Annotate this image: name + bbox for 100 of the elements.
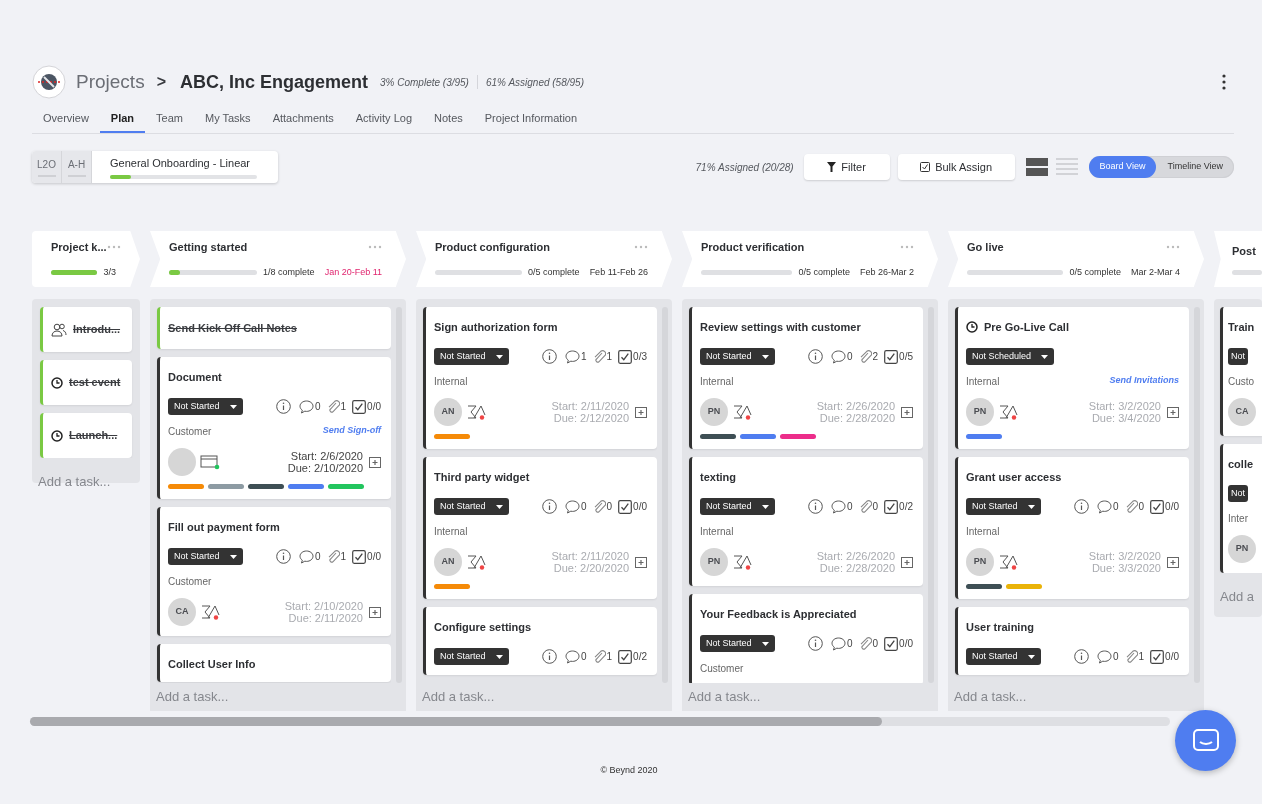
info-icon[interactable] (275, 549, 291, 564)
paperclip-icon[interactable] (326, 549, 340, 564)
triangle-icon[interactable] (732, 553, 752, 571)
tab[interactable]: Activity Log (344, 106, 423, 133)
task-card[interactable]: Introdu... (40, 307, 132, 352)
paperclip-icon[interactable] (1124, 649, 1138, 664)
window-icon[interactable] (200, 454, 220, 470)
calendar-icon[interactable] (1167, 406, 1179, 418)
triangle-icon[interactable] (466, 403, 486, 421)
view-option[interactable]: Timeline View (1156, 156, 1234, 178)
tab[interactable]: Project Information (473, 106, 589, 133)
status-dropdown[interactable]: Not Started (434, 498, 509, 515)
comment-icon[interactable] (298, 399, 314, 414)
status-dropdown[interactable]: Not Started (700, 635, 775, 652)
calendar-icon[interactable] (635, 406, 647, 418)
horizontal-scrollbar[interactable] (30, 717, 1170, 726)
avatar[interactable]: CA (168, 598, 196, 626)
info-icon[interactable] (1073, 499, 1089, 514)
comment-icon[interactable] (1096, 499, 1112, 514)
paperclip-icon[interactable] (326, 399, 340, 414)
status-dropdown[interactable]: Not Started (434, 648, 509, 665)
status-dropdown[interactable]: Not (1228, 348, 1248, 365)
info-icon[interactable] (807, 636, 823, 651)
info-icon[interactable] (541, 649, 557, 664)
status-dropdown[interactable]: Not Started (966, 498, 1041, 515)
task-card[interactable]: colle Not Inter PN (1220, 444, 1262, 573)
tab[interactable]: Plan (99, 106, 146, 133)
task-card[interactable]: Send Kick Off Call Notes (157, 307, 391, 349)
status-dropdown[interactable]: Not Started (168, 548, 243, 565)
info-icon[interactable] (1073, 649, 1089, 664)
triangle-icon[interactable] (466, 553, 486, 571)
avatar[interactable]: AN (434, 398, 462, 426)
task-card[interactable]: test event (40, 360, 132, 405)
checklist-icon[interactable] (352, 399, 367, 414)
paperclip-icon[interactable] (592, 499, 606, 514)
stage-header[interactable]: Product verification 0/5 complete Feb 26-Mar 2 (682, 231, 938, 287)
breadcrumb-link[interactable]: Projects (76, 67, 145, 97)
task-card[interactable]: Train Not Custo CA (1220, 307, 1262, 436)
task-card[interactable]: Collect User Info (157, 644, 391, 682)
filter-button[interactable]: Filter (803, 154, 890, 180)
comment-icon[interactable] (1096, 649, 1112, 664)
checklist-icon[interactable] (884, 499, 899, 514)
triangle-icon[interactable] (200, 603, 220, 621)
task-card[interactable]: User training Not Started 0 1 0/0 (955, 607, 1189, 675)
calendar-icon[interactable] (369, 606, 381, 618)
calendar-icon[interactable] (1167, 556, 1179, 568)
task-card[interactable]: Pre Go-Live Call Not Scheduled Internal Send Invitations PN Start: 3/2/2020 Due: 3/4/2020 (955, 307, 1189, 449)
calendar-icon[interactable] (635, 556, 647, 568)
info-icon[interactable] (807, 349, 823, 364)
avatar[interactable]: AN (434, 548, 462, 576)
comment-icon[interactable] (298, 549, 314, 564)
tab[interactable]: Notes (423, 106, 474, 133)
paperclip-icon[interactable] (858, 636, 872, 651)
comment-icon[interactable] (830, 636, 846, 651)
calendar-icon[interactable] (901, 406, 913, 418)
tab[interactable]: Attachments (261, 106, 345, 133)
info-icon[interactable] (541, 499, 557, 514)
chat-button[interactable] (1175, 710, 1236, 771)
paperclip-icon[interactable] (592, 649, 606, 664)
checklist-icon[interactable] (618, 649, 633, 664)
task-card[interactable]: Your Feedback is Appreciated Not Started 0 0 0/0 Customer (689, 594, 923, 683)
calendar-icon[interactable] (369, 456, 381, 468)
stage-header[interactable]: Post (1214, 231, 1262, 287)
comment-icon[interactable] (830, 499, 846, 514)
status-dropdown[interactable]: Not Started (700, 348, 775, 365)
task-card[interactable]: Grant user access Not Started 0 0 0/0 Internal PN Start: 3/2/2020 Due: 3/3/2020 (955, 457, 1189, 599)
task-card[interactable]: texting Not Started 0 0 0/2 Internal PN Start: 2/26/2020 Due: 2/28/2020 (689, 457, 923, 586)
more-icon[interactable] (1222, 74, 1226, 90)
task-card[interactable]: Sign authorization form Not Started 1 1 0/3 Internal AN Start: 2/11/2020 Due: 2/12/2020 (423, 307, 657, 449)
info-icon[interactable] (541, 349, 557, 364)
paperclip-icon[interactable] (1124, 499, 1138, 514)
avatar[interactable]: PN (966, 398, 994, 426)
task-card[interactable]: Document Not Started 0 1 0/0 Customer Send Sign-off Start: 2/6/2020 Due: 2/10/2020 (157, 357, 391, 499)
avatar[interactable]: PN (966, 548, 994, 576)
task-card[interactable]: Configure settings Not Started 0 1 0/2 (423, 607, 657, 675)
status-dropdown[interactable]: Not (1228, 485, 1248, 502)
avatar[interactable]: CA (1228, 398, 1256, 426)
status-dropdown[interactable]: Not Started (434, 348, 509, 365)
checklist-icon[interactable] (618, 499, 633, 514)
avatar[interactable]: PN (700, 548, 728, 576)
avatar[interactable]: PN (1228, 535, 1256, 563)
action-link[interactable]: Send Sign-off (322, 424, 381, 438)
checklist-icon[interactable] (884, 636, 899, 651)
checklist-icon[interactable] (1150, 499, 1165, 514)
checklist-icon[interactable] (618, 349, 633, 364)
task-card[interactable]: Third party widget Not Started 0 0 0/0 Internal AN Start: 2/11/2020 Due: 2/20/2020 (423, 457, 657, 599)
stage-header[interactable]: Product configuration 0/5 complete Feb 11-Feb 26 (416, 231, 672, 287)
view-option[interactable]: Board View (1088, 156, 1157, 178)
bulk-assign-button[interactable]: Bulk Assign (897, 154, 1015, 180)
task-card[interactable]: Launch... (40, 413, 132, 458)
tab[interactable]: My Tasks (194, 106, 262, 133)
task-card[interactable]: Review settings with customer Not Started 0 2 0/5 Internal PN Start: 2/26/2020 Due: 2/28/2020 (689, 307, 923, 449)
paperclip-icon[interactable] (592, 349, 606, 364)
paperclip-icon[interactable] (858, 499, 872, 514)
status-dropdown[interactable]: Not Started (168, 398, 243, 415)
checklist-icon[interactable] (1150, 649, 1165, 664)
paperclip-icon[interactable] (858, 349, 872, 364)
calendar-icon[interactable] (901, 556, 913, 568)
action-link[interactable]: Send Invitations (1109, 374, 1179, 388)
task-card[interactable]: Fill out payment form Not Started 0 1 0/0 Customer CA Start: 2/10/2020 Due: 2/11/2020 (157, 507, 391, 636)
